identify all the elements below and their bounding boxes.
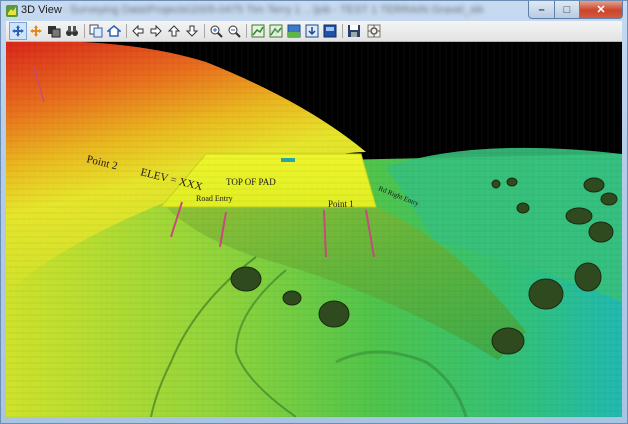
toolbar-separator — [246, 24, 247, 38]
app-icon — [6, 5, 18, 17]
pan-arrows-icon — [30, 25, 42, 37]
rotate-arrows-icon — [12, 25, 24, 37]
zoom-in-icon — [210, 25, 223, 38]
shaded-view-button[interactable] — [322, 23, 338, 39]
label-top-of-pad: TOP OF PAD — [226, 177, 276, 187]
zoom-in-button[interactable] — [208, 23, 224, 39]
minimize-button[interactable]: – — [528, 1, 555, 19]
elevation-icon — [305, 24, 319, 38]
binoculars-icon — [66, 26, 78, 36]
maximize-button[interactable]: □ — [555, 1, 580, 19]
zoom-out-icon — [228, 25, 241, 38]
nudge-up-button[interactable] — [166, 23, 182, 39]
arrow-left-icon — [132, 24, 144, 38]
toolbar-separator — [84, 24, 85, 38]
maximize-icon: □ — [563, 3, 571, 16]
layers-icon — [48, 26, 61, 38]
pad-marker — [281, 158, 295, 162]
toolbar-separator — [342, 24, 343, 38]
save-icon — [348, 25, 360, 37]
arrow-right-icon — [150, 24, 162, 38]
terrain-render: Point 2 ELEV = XXX TOP OF PAD Road Entry… — [6, 42, 622, 417]
save-button[interactable] — [346, 23, 362, 39]
settings-button[interactable] — [366, 23, 382, 39]
binoculars-button[interactable] — [64, 23, 80, 39]
home-button[interactable] — [106, 23, 122, 39]
shaded-view-icon — [323, 24, 337, 38]
nudge-down-button[interactable] — [184, 23, 200, 39]
nudge-right-button[interactable] — [148, 23, 164, 39]
surface-grid-icon — [269, 24, 283, 38]
window-title: 3D View — [21, 4, 62, 16]
toolbar — [6, 21, 622, 42]
close-icon: ✕ — [596, 4, 606, 16]
nudge-left-button[interactable] — [130, 23, 146, 39]
toolbar-separator — [204, 24, 205, 38]
window-controls: – □ ✕ — [528, 1, 623, 19]
color-surface-button[interactable] — [286, 23, 302, 39]
arrow-up-icon — [167, 25, 181, 37]
elevation-button[interactable] — [304, 23, 320, 39]
label-road-entry: Road Entry — [196, 194, 233, 203]
3d-viewport[interactable]: Point 2 ELEV = XXX TOP OF PAD Road Entry… — [6, 42, 622, 417]
arrow-down-icon — [185, 25, 199, 37]
3d-view-window: 3D View - Surveying Data\Projects\2005-0… — [0, 0, 628, 424]
home-icon — [107, 25, 121, 37]
copy-button[interactable] — [88, 23, 104, 39]
settings-icon — [367, 24, 381, 38]
zoom-out-button[interactable] — [226, 23, 242, 39]
rotate-button[interactable] — [9, 22, 27, 40]
surface-view-icon — [251, 24, 265, 38]
title-bar[interactable]: 3D View - Surveying Data\Projects\2005-0… — [1, 1, 627, 21]
pan-button[interactable] — [28, 23, 44, 39]
toolbar-separator — [126, 24, 127, 38]
label-point-1: Point 1 — [328, 199, 354, 209]
window-title-path: - Surveying Data\Projects\2005-0475 Tim … — [63, 4, 483, 16]
terrain-texture — [6, 42, 622, 417]
minimize-icon: – — [538, 3, 545, 16]
close-button[interactable]: ✕ — [580, 1, 623, 19]
color-surface-icon — [287, 24, 301, 38]
surface-grid-button[interactable] — [268, 23, 284, 39]
surface-view-button[interactable] — [250, 23, 266, 39]
copy-icon — [89, 24, 103, 38]
layers-button[interactable] — [46, 23, 62, 39]
